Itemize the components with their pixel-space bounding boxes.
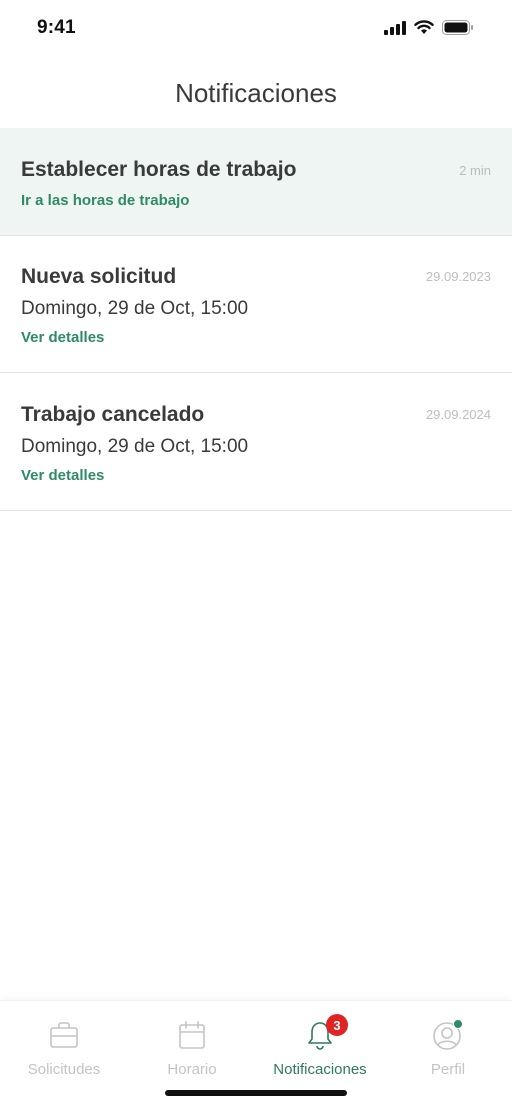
notification-subtitle: Domingo, 29 de Oct, 15:00: [21, 436, 249, 457]
home-indicator: [165, 1090, 347, 1096]
tab-label: Horario: [167, 1061, 217, 1078]
notification-time: 29.09.2023: [425, 269, 491, 284]
notification-time: 2 min: [459, 163, 491, 178]
notification-time: 29.09.2024: [425, 407, 491, 422]
notification-title: Nueva solicitud: [21, 265, 177, 288]
notification-subtitle: Domingo, 29 de Oct, 15:00: [21, 298, 249, 319]
tab-solicitudes[interactable]: Solicitudes: [0, 1019, 128, 1078]
battery-icon: [442, 20, 473, 35]
notification-link[interactable]: Ver detalles: [21, 329, 104, 346]
tab-horario[interactable]: Horario: [128, 1019, 256, 1078]
notification-link[interactable]: Ver detalles: [21, 467, 104, 484]
notification-item[interactable]: Nueva solicitud 29.09.2023 Domingo, 29 d…: [0, 236, 512, 373]
notification-count-badge: 3: [326, 1014, 348, 1036]
notification-item[interactable]: Establecer horas de trabajo 2 min Ir a l…: [0, 128, 512, 236]
notification-title: Trabajo cancelado: [21, 403, 205, 426]
tab-notificaciones[interactable]: 3 Notificaciones: [256, 1014, 384, 1078]
tab-label: Solicitudes: [27, 1061, 101, 1078]
wifi-icon: [414, 20, 434, 34]
tab-label: Notificaciones: [273, 1061, 367, 1078]
status-icons: [384, 20, 474, 35]
status-bar: 9:41: [0, 0, 512, 58]
notification-title: Establecer horas de trabajo: [21, 158, 297, 181]
notification-link[interactable]: Ir a las horas de trabajo: [21, 192, 189, 209]
signal-icon: [384, 20, 406, 35]
notification-item[interactable]: Trabajo cancelado 29.09.2024 Domingo, 29…: [0, 373, 512, 511]
tab-label: Perfil: [430, 1061, 466, 1078]
briefcase-icon: [50, 1022, 78, 1048]
page-title: Notificaciones: [175, 78, 337, 108]
profile-icon: [433, 1019, 463, 1050]
calendar-icon: [179, 1021, 205, 1049]
status-time: 9:41: [37, 17, 76, 38]
tab-perfil[interactable]: Perfil: [384, 1019, 512, 1078]
